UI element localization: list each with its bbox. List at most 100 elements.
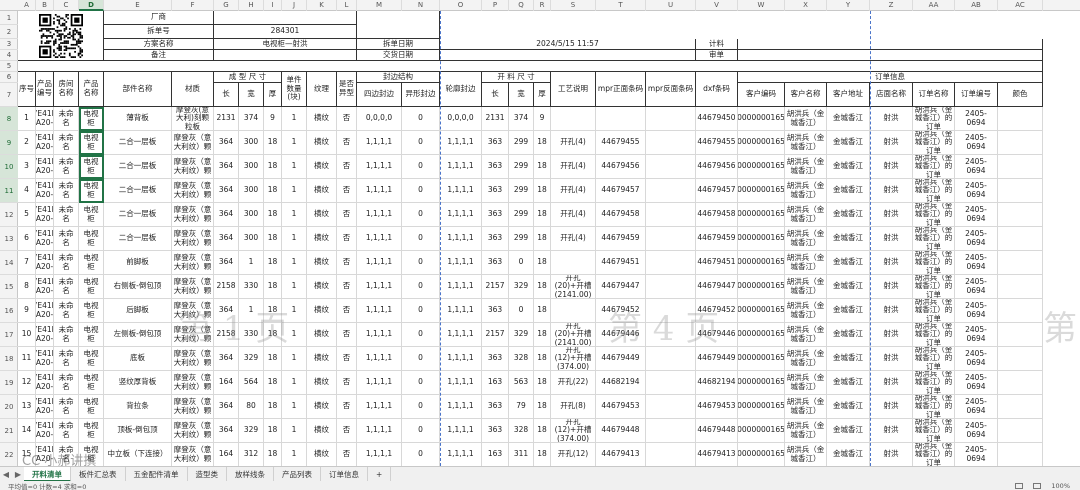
column-header-G[interactable]: G: [214, 0, 239, 11]
cell-cn-row-18[interactable]: 胡洪兵（金城香江）: [785, 347, 827, 371]
cell-cw-row-10[interactable]: 299: [509, 155, 534, 179]
cell-cl-row-8[interactable]: 2131: [482, 107, 509, 131]
cell-part-row-15[interactable]: 右侧板-倒包顶: [104, 275, 172, 299]
column-header-AB[interactable]: AB: [955, 0, 998, 11]
cell-cc-row-9[interactable]: 0000000165: [738, 131, 785, 155]
cell-oc-row-14[interactable]: 2405-0694: [955, 251, 998, 275]
blank-top-right[interactable]: [357, 11, 440, 39]
cell-mat-row-12[interactable]: 摩登灰（意大利纹）颗: [172, 203, 214, 227]
cell-color-row-16[interactable]: [998, 299, 1043, 323]
cell-pno-row-17[interactable]: 7E41E A20-: [36, 323, 54, 347]
cell-seq-row-15[interactable]: 8: [18, 275, 36, 299]
column-header-L[interactable]: L: [337, 0, 357, 11]
cell-cw-row-21[interactable]: 328: [509, 419, 534, 443]
cell-on-row-18[interactable]: 胡洪兵（金城香江）的订单: [913, 347, 955, 371]
cell-cl-row-10[interactable]: 363: [482, 155, 509, 179]
cell-cw-row-22[interactable]: 311: [509, 443, 534, 466]
cell-cn-row-16[interactable]: 胡洪兵（金城香江）: [785, 299, 827, 323]
cell-l-row-11[interactable]: 364: [214, 179, 239, 203]
cell-fe-row-10[interactable]: 1,1,1,1: [357, 155, 402, 179]
cell-color-row-11[interactable]: [998, 179, 1043, 203]
cell-q-row-11[interactable]: 1: [282, 179, 307, 203]
cell-se-row-19[interactable]: 0: [402, 371, 440, 395]
cell-t-row-13[interactable]: 18: [264, 227, 282, 251]
cell-part-row-21[interactable]: 顶板-倒包顶: [104, 419, 172, 443]
cell-ca-row-15[interactable]: 金城香江: [827, 275, 870, 299]
cell-mb-row-22[interactable]: [646, 443, 696, 466]
cell-st-row-20[interactable]: 射洪: [870, 395, 913, 419]
cell-t-row-18[interactable]: 18: [264, 347, 282, 371]
cell-proc-row-15[interactable]: 开孔(20)+开槽(2141.00): [551, 275, 596, 299]
cell-cl-row-9[interactable]: 363: [482, 131, 509, 155]
cell-mb-row-18[interactable]: [646, 347, 696, 371]
cell-cl-row-14[interactable]: 363: [482, 251, 509, 275]
cell-proc-row-8[interactable]: [551, 107, 596, 131]
cell-sh-row-10[interactable]: 否: [337, 155, 357, 179]
column-header-B[interactable]: B: [36, 0, 54, 11]
cell-mf-row-15[interactable]: 44679447: [596, 275, 646, 299]
cell-dxf-row-15[interactable]: 44679447: [696, 275, 738, 299]
cell-part-row-9[interactable]: 二合一层板: [104, 131, 172, 155]
cell-proc-row-11[interactable]: 开孔(4): [551, 179, 596, 203]
cell-pno-row-15[interactable]: 7E41E A20-: [36, 275, 54, 299]
cell-w-row-10[interactable]: 300: [239, 155, 264, 179]
cell-st-row-11[interactable]: 射洪: [870, 179, 913, 203]
sheet-tab[interactable]: 放样线条: [227, 466, 274, 482]
cell-pno-row-19[interactable]: 7E41E A20-: [36, 371, 54, 395]
cell-ce-row-12[interactable]: 1,1,1,1: [440, 203, 482, 227]
cell-color-row-8[interactable]: [998, 107, 1043, 131]
cell-ct-row-21[interactable]: 18: [534, 419, 551, 443]
cell-seq-row-16[interactable]: 9: [18, 299, 36, 323]
cell-t-row-8[interactable]: 9: [264, 107, 282, 131]
cell-grain-row-11[interactable]: 横纹: [307, 179, 337, 203]
cell-seq-row-19[interactable]: 12: [18, 371, 36, 395]
cell-fe-row-15[interactable]: 1,1,1,1: [357, 275, 402, 299]
row-header-10[interactable]: 10: [0, 155, 18, 179]
cell-ca-row-21[interactable]: 金城香江: [827, 419, 870, 443]
cell-ca-row-22[interactable]: 金城香江: [827, 443, 870, 466]
cell-prod-row-21[interactable]: 电视柜: [79, 419, 104, 443]
cell-se-row-8[interactable]: 0: [402, 107, 440, 131]
cell-t-row-11[interactable]: 18: [264, 179, 282, 203]
prev-sheet-icon[interactable]: ◀: [0, 467, 12, 482]
cell-mb-row-16[interactable]: [646, 299, 696, 323]
cell-sh-row-15[interactable]: 否: [337, 275, 357, 299]
cell-ca-row-20[interactable]: 金城香江: [827, 395, 870, 419]
column-header-AC[interactable]: AC: [998, 0, 1043, 11]
cell-sh-row-21[interactable]: 否: [337, 419, 357, 443]
cell-ca-row-9[interactable]: 金城香江: [827, 131, 870, 155]
cell-ca-row-11[interactable]: 金城香江: [827, 179, 870, 203]
cell-ct-row-12[interactable]: 18: [534, 203, 551, 227]
remark-value[interactable]: [214, 50, 357, 61]
sheet-tab[interactable]: 造型类: [188, 466, 227, 482]
cell-prod-row-11[interactable]: 电视柜: [79, 179, 104, 203]
cell-l-row-18[interactable]: 364: [214, 347, 239, 371]
cell-mf-row-21[interactable]: 44679448: [596, 419, 646, 443]
cell-seq-row-13[interactable]: 6: [18, 227, 36, 251]
cell-cw-row-13[interactable]: 299: [509, 227, 534, 251]
cell-l-row-13[interactable]: 364: [214, 227, 239, 251]
column-header-X[interactable]: X: [785, 0, 827, 11]
cell-room-row-16[interactable]: 未命名: [54, 299, 79, 323]
cell-pno-row-9[interactable]: 7E41E A20-: [36, 131, 54, 155]
cell-dxf-row-9[interactable]: 44679455: [696, 131, 738, 155]
cell-on-row-19[interactable]: 胡洪兵（金城香江）的订单: [913, 371, 955, 395]
cell-seq-row-18[interactable]: 11: [18, 347, 36, 371]
cell-ce-row-11[interactable]: 1,1,1,1: [440, 179, 482, 203]
cell-t-row-17[interactable]: 18: [264, 323, 282, 347]
cell-grain-row-19[interactable]: 横纹: [307, 371, 337, 395]
cell-ce-row-8[interactable]: 0,0,0,0: [440, 107, 482, 131]
cell-l-row-12[interactable]: 364: [214, 203, 239, 227]
cell-prod-row-19[interactable]: 电视柜: [79, 371, 104, 395]
cell-sh-row-14[interactable]: 否: [337, 251, 357, 275]
cell-cw-row-8[interactable]: 374: [509, 107, 534, 131]
column-header-U[interactable]: U: [646, 0, 696, 11]
cell-se-row-20[interactable]: 0: [402, 395, 440, 419]
column-header-E[interactable]: E: [104, 0, 172, 11]
cell-sh-row-17[interactable]: 否: [337, 323, 357, 347]
cell-mf-row-20[interactable]: 44679453: [596, 395, 646, 419]
cell-se-row-10[interactable]: 0: [402, 155, 440, 179]
cell-ce-row-20[interactable]: 1,1,1,1: [440, 395, 482, 419]
cell-part-row-19[interactable]: 竖纹厚背板: [104, 371, 172, 395]
column-header-T[interactable]: T: [596, 0, 646, 11]
